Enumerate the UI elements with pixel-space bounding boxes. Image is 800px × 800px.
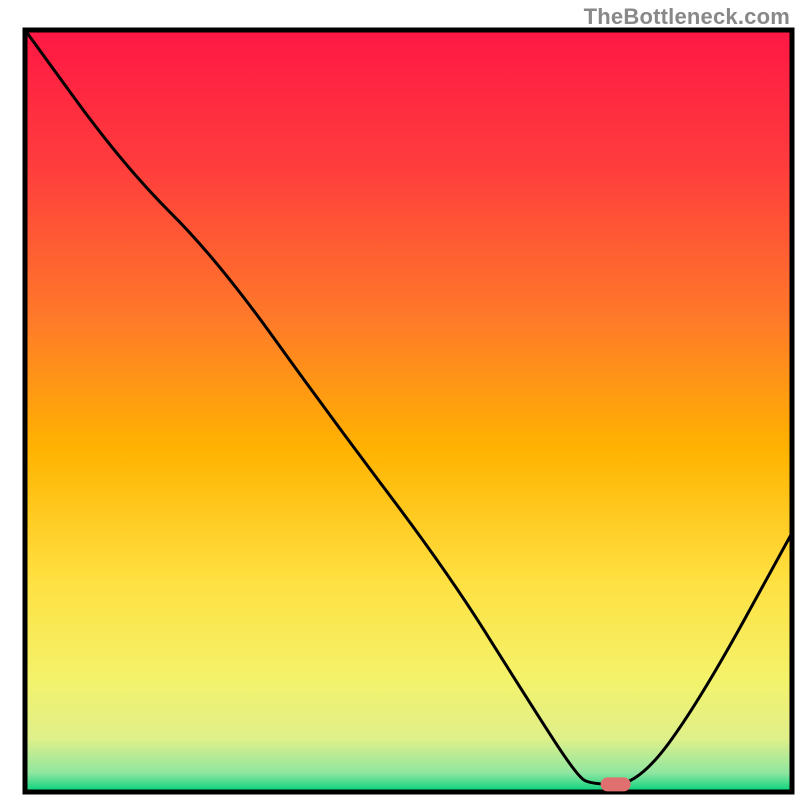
- chart-svg: [0, 0, 800, 800]
- watermark-text: TheBottleneck.com: [584, 4, 790, 30]
- bottleneck-chart: TheBottleneck.com: [0, 0, 800, 800]
- optimum-marker: [601, 777, 631, 791]
- plot-background: [25, 30, 792, 792]
